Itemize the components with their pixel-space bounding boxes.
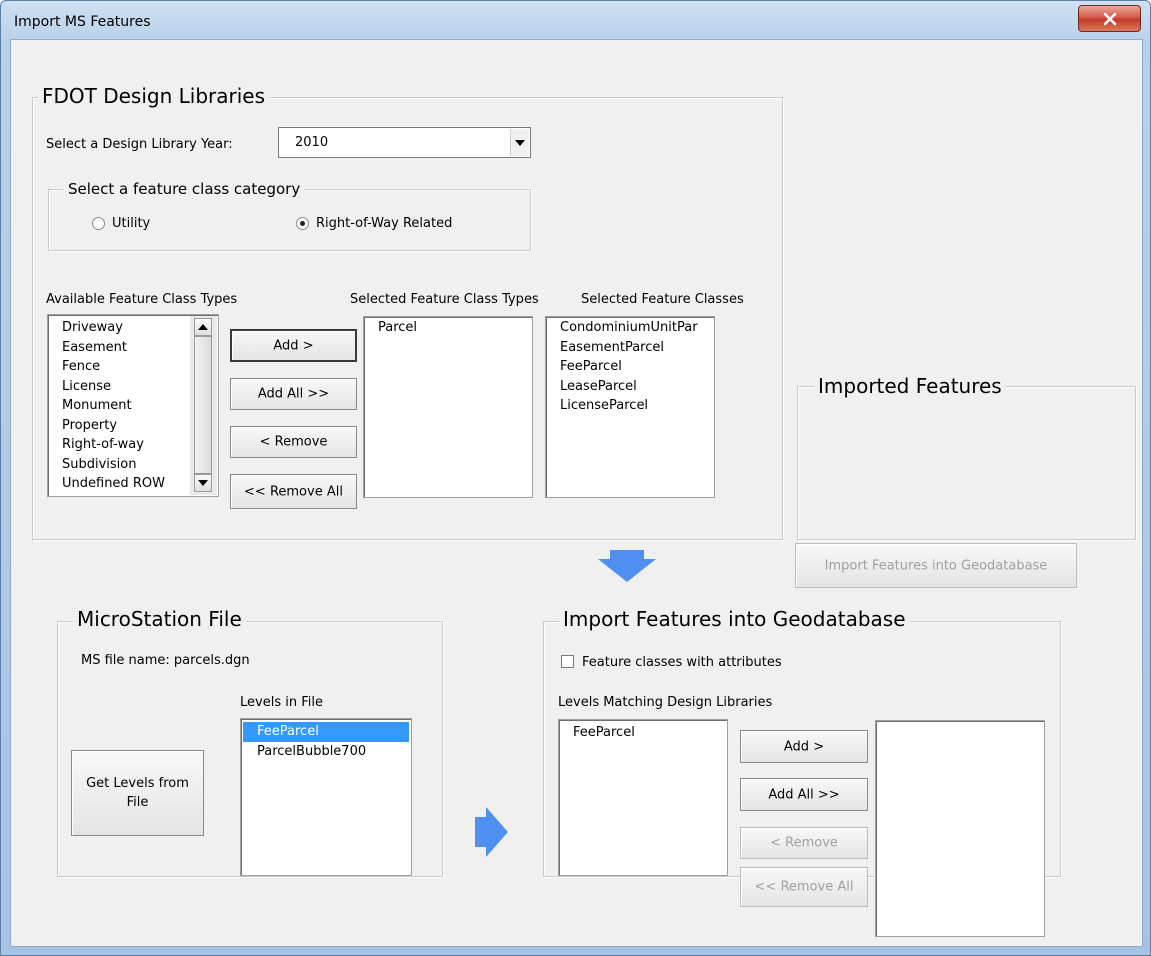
matching-levels-list[interactable]: FeeParcel xyxy=(558,719,728,876)
dialog-window: Import MS Features FDOT Design Libraries… xyxy=(0,0,1151,956)
microstation-legend: MicroStation File xyxy=(73,607,246,631)
remove-all-levels-button-label: << Remove All xyxy=(754,879,854,895)
chevron-down-icon xyxy=(515,140,525,146)
available-types-label: Available Feature Class Types xyxy=(46,292,238,307)
add-type-button[interactable]: Add > xyxy=(230,329,357,362)
year-select-value: 2010 xyxy=(295,135,329,150)
close-icon xyxy=(1103,12,1117,26)
attributes-checkbox[interactable] xyxy=(561,655,574,668)
list-item[interactable]: FeeParcel xyxy=(559,723,635,743)
dialog-client-area: FDOT Design Libraries Select a Design Li… xyxy=(10,39,1143,947)
selected-classes-list[interactable]: CondominiumUnitPar EasementParcel FeeParce… xyxy=(545,316,715,498)
list-item[interactable]: Right-of-way xyxy=(48,435,165,455)
list-item[interactable]: Monument xyxy=(48,396,165,416)
get-levels-button-label: Get Levels from File xyxy=(86,776,189,810)
scroll-thumb[interactable] xyxy=(194,336,212,474)
window-title: Import MS Features xyxy=(14,14,151,30)
imported-features-legend: Imported Features xyxy=(814,374,1006,398)
add-all-levels-button-label: Add All >> xyxy=(768,787,840,802)
selected-types-label: Selected Feature Class Types xyxy=(350,292,539,307)
ms-file-name: MS file name: parcels.dgn xyxy=(81,653,250,668)
arrow-down-icon xyxy=(198,480,208,486)
attributes-checkbox-label[interactable]: Feature classes with attributes xyxy=(582,655,782,670)
year-dropdown-button[interactable] xyxy=(510,129,529,156)
remove-type-button-label: < Remove xyxy=(259,434,328,450)
arrow-up-icon xyxy=(198,324,208,330)
list-item[interactable]: Easement xyxy=(48,338,165,358)
available-types-scrollbar[interactable] xyxy=(190,316,217,495)
year-select[interactable]: 2010 xyxy=(278,127,531,158)
imported-features-frame xyxy=(797,386,1136,540)
close-button[interactable] xyxy=(1078,5,1141,32)
list-item[interactable]: LeaseParcel xyxy=(546,377,698,397)
list-item[interactable]: Parcel xyxy=(364,318,417,338)
list-item[interactable]: Undefined ROW xyxy=(48,474,165,494)
available-types-list[interactable]: Driveway Easement Fence License Monument Prop… xyxy=(47,314,219,497)
year-label: Select a Design Library Year: xyxy=(46,137,233,152)
remove-type-button[interactable]: < Remove xyxy=(230,426,357,458)
import-features-button[interactable]: Import Features into Geodatabase xyxy=(795,543,1077,588)
remove-level-button[interactable]: < Remove xyxy=(740,827,868,859)
remove-all-levels-button[interactable]: << Remove All xyxy=(740,867,868,907)
utility-radio[interactable] xyxy=(92,217,105,230)
list-item[interactable]: Property xyxy=(48,416,165,436)
levels-in-file-list[interactable]: FeeParcel ParcelBubble700 xyxy=(240,718,412,876)
get-levels-button[interactable]: Get Levels from File xyxy=(71,750,204,836)
remove-all-types-button-label: << Remove All xyxy=(244,484,343,499)
arrow-right-icon xyxy=(475,807,508,857)
title-bar[interactable]: Import MS Features xyxy=(1,1,1150,39)
design-libraries-legend: FDOT Design Libraries xyxy=(38,84,270,108)
add-all-types-button-label: Add All >> xyxy=(257,386,330,402)
scroll-down-button[interactable] xyxy=(194,474,212,492)
add-level-button[interactable]: Add > xyxy=(740,730,868,763)
levels-to-import-list[interactable] xyxy=(875,720,1045,937)
list-item[interactable]: FeeParcel xyxy=(546,357,698,377)
selected-classes-label: Selected Feature Classes xyxy=(581,292,744,307)
list-item[interactable]: License xyxy=(48,377,165,397)
remove-all-types-button[interactable]: << Remove All xyxy=(230,474,357,509)
list-item[interactable]: LicenseParcel xyxy=(546,396,698,416)
selected-types-list[interactable]: Parcel xyxy=(363,316,533,498)
arrow-down-icon xyxy=(598,550,656,582)
levels-in-file-label: Levels in File xyxy=(240,695,323,710)
right-of-way-radio-label[interactable]: Right-of-Way Related xyxy=(316,216,452,231)
list-item[interactable]: Subdivision xyxy=(48,455,165,475)
remove-level-button-label: < Remove xyxy=(770,835,838,851)
scroll-up-button[interactable] xyxy=(194,318,212,336)
add-level-button-label: Add > xyxy=(783,739,825,754)
add-all-types-button[interactable]: Add All >> xyxy=(230,378,357,410)
add-all-levels-button[interactable]: Add All >> xyxy=(740,778,868,811)
right-of-way-radio[interactable] xyxy=(296,217,309,230)
category-legend: Select a feature class category xyxy=(64,180,305,198)
import-features-button-label: Import Features into Geodatabase xyxy=(824,558,1048,573)
utility-radio-label[interactable]: Utility xyxy=(112,216,150,231)
list-item[interactable]: ParcelBubble700 xyxy=(243,742,409,762)
matching-levels-label: Levels Matching Design Libraries xyxy=(558,695,773,710)
list-item[interactable]: Driveway xyxy=(48,318,165,338)
import-geodatabase-legend: Import Features into Geodatabase xyxy=(559,607,910,631)
list-item[interactable]: EasementParcel xyxy=(546,338,698,358)
list-item[interactable]: CondominiumUnitPar xyxy=(546,318,698,338)
list-item[interactable]: Fence xyxy=(48,357,165,377)
list-item[interactable]: FeeParcel xyxy=(243,722,409,742)
add-type-button-label: Add > xyxy=(273,338,314,353)
